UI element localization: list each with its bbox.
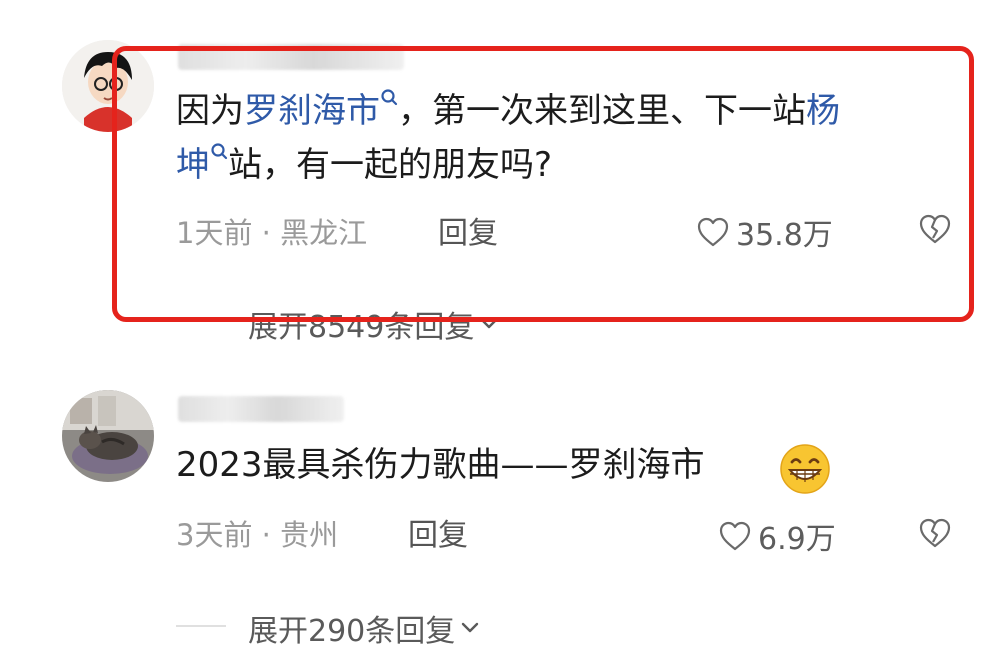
like-button[interactable]: 35.8万 xyxy=(696,210,833,254)
expand-replies-label: 展开8549条回复 xyxy=(248,310,475,345)
search-icon xyxy=(211,143,228,160)
expand-replies-button[interactable]: 展开290条回复 xyxy=(248,606,481,650)
keyword-link[interactable]: 罗刹海市 xyxy=(244,89,398,131)
reply-button[interactable]: 回复 xyxy=(408,510,468,554)
keyword-link-name[interactable]: 杨 xyxy=(806,91,840,131)
like-count: 35.8万 xyxy=(736,218,833,253)
chevron-down-icon xyxy=(481,318,498,329)
comment-text-line2: 坤站，有一起的朋友吗? xyxy=(176,138,552,192)
broken-heart-icon[interactable] xyxy=(918,517,952,549)
expand-divider xyxy=(176,625,226,627)
comment-1: 因为罗刹海市 ，第一次来到这里、下一站杨 坤站，有一起的朋友吗? 1天前 · 黑龙… xyxy=(0,0,1000,345)
keyword-link-name-cont[interactable]: 坤 xyxy=(176,143,228,185)
avatar[interactable] xyxy=(62,40,154,132)
comment-text: 2023最具杀伤力歌曲——罗刹海市 xyxy=(176,445,705,485)
username-blurred[interactable] xyxy=(178,44,404,70)
chevron-down-icon xyxy=(462,622,479,633)
comment-text: 因为罗刹海市 ，第一次来到这里、下一站杨 xyxy=(176,84,840,138)
like-button[interactable]: 6.9万 xyxy=(718,514,836,558)
like-count: 6.9万 xyxy=(758,522,836,557)
expand-divider xyxy=(176,320,226,322)
heart-icon xyxy=(719,521,751,551)
comment-meta: 1天前 · 黑龙江 xyxy=(176,216,368,250)
grinning-emoji xyxy=(780,444,830,494)
expand-replies-button[interactable]: 展开8549条回复 xyxy=(248,302,500,346)
search-icon xyxy=(381,89,398,106)
avatar[interactable] xyxy=(62,390,154,482)
broken-heart-icon[interactable] xyxy=(918,213,952,245)
avatar-cat-photo xyxy=(62,390,154,482)
username-blurred[interactable] xyxy=(178,396,344,422)
comment-meta: 3天前 · 贵州 xyxy=(176,518,339,552)
avatar-cartoon-image xyxy=(62,40,154,132)
heart-icon xyxy=(697,217,729,247)
expand-replies-label: 展开290条回复 xyxy=(248,614,456,649)
reply-button[interactable]: 回复 xyxy=(438,208,498,252)
